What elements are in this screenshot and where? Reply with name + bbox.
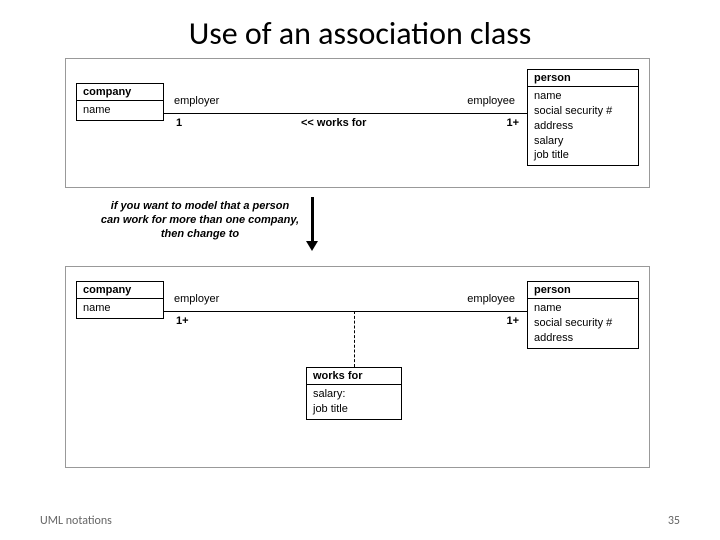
class-company-2-attrs: name xyxy=(77,299,163,318)
association-label: << works for xyxy=(301,117,366,129)
class-company-attrs: name xyxy=(77,101,163,120)
multiplicity-left: 1 xyxy=(176,117,182,129)
multiplicity-left-2: 1+ xyxy=(176,315,189,327)
footer-label: UML notations xyxy=(40,514,112,528)
association-line xyxy=(164,113,527,114)
class-person-2: person name social security # address xyxy=(527,281,639,349)
class-company-2: company name xyxy=(76,281,164,319)
class-person-2-name: person xyxy=(528,282,638,299)
diagram-top-panel: company name person name social security… xyxy=(65,58,650,188)
works-for-name: works for xyxy=(307,368,401,385)
page-number: 35 xyxy=(668,514,680,528)
class-person-attrs: name social security # address salary jo… xyxy=(528,87,638,165)
diagram-bottom-panel: company name person name social security… xyxy=(65,266,650,468)
down-arrow-icon xyxy=(306,197,318,251)
works-for-attrs: salary: job title xyxy=(307,385,401,419)
multiplicity-right-2: 1+ xyxy=(506,315,519,327)
class-person: person name social security # address sa… xyxy=(527,69,639,166)
class-person-name: person xyxy=(528,70,638,87)
association-line-2 xyxy=(164,311,527,312)
class-company-2-name: company xyxy=(77,282,163,299)
multiplicity-right: 1+ xyxy=(506,117,519,129)
transition-text: if you want to model that a person can w… xyxy=(100,200,300,241)
class-company-name: company xyxy=(77,84,163,101)
role-employer-2: employer xyxy=(174,293,219,305)
class-company: company name xyxy=(76,83,164,121)
association-class-works-for: works for salary: job title xyxy=(306,367,402,420)
association-class-dashed-link xyxy=(354,311,355,367)
role-employee-2: employee xyxy=(467,293,515,305)
role-employer: employer xyxy=(174,95,219,107)
class-person-2-attrs: name social security # address xyxy=(528,299,638,348)
role-employee: employee xyxy=(467,95,515,107)
slide-title: Use of an association class xyxy=(0,0,720,53)
